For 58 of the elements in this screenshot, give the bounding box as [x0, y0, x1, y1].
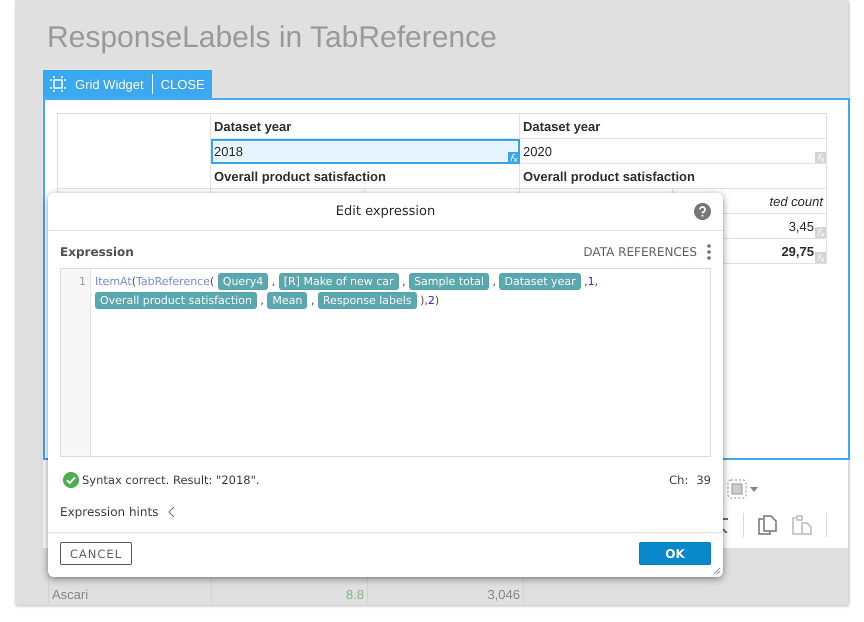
code-text: ( [210, 275, 216, 288]
code-text: 1 [588, 275, 595, 288]
paste-icon[interactable] [792, 515, 812, 535]
column-header: Overall product satisfaction [520, 164, 826, 188]
ok-button[interactable]: OK [639, 542, 711, 565]
reference-chip[interactable]: Overall product satisfaction [95, 292, 257, 309]
reference-chip[interactable]: Dataset year [499, 273, 581, 290]
code-text: ) [434, 294, 440, 307]
table-cell: Ascari [48, 584, 212, 604]
check-icon [63, 472, 79, 488]
more-icon[interactable] [707, 244, 711, 260]
border-style-icon[interactable] [727, 479, 747, 499]
reference-chip[interactable]: Query4 [218, 273, 268, 290]
code-text: , [491, 275, 497, 288]
code-text: , [583, 275, 588, 288]
page-title: ResponseLabels in TabReference [47, 20, 497, 56]
copy-icon[interactable] [758, 515, 778, 535]
reference-chip[interactable]: Response labels [318, 292, 417, 309]
reference-chip[interactable]: Mean [267, 292, 308, 309]
caret-icon[interactable] [750, 486, 758, 492]
code-text: 2 [428, 294, 435, 307]
resize-grip-icon[interactable] [711, 565, 721, 575]
formula-icon[interactable] [815, 152, 826, 163]
hints-label[interactable]: Expression hints [60, 505, 158, 519]
char-count: 39 [696, 473, 711, 487]
code-text: , [594, 275, 598, 288]
help-icon[interactable] [694, 203, 711, 220]
close-button[interactable]: CLOSE [160, 76, 211, 92]
formula-icon[interactable] [508, 152, 519, 163]
char-label: Ch: [669, 473, 688, 487]
table-cell: 8.8 [212, 584, 368, 604]
column-header: Overall product satisfaction [210, 164, 520, 188]
code-text: ), [419, 294, 428, 307]
code-text: TabReference [136, 275, 210, 288]
code-text: ( [132, 275, 136, 288]
code-text: , [401, 275, 407, 288]
year-cell[interactable]: 2020 [520, 138, 826, 164]
chevron-left-icon[interactable] [168, 506, 176, 518]
expression-editor[interactable]: 1 ItemAt(TabReference( Query4 , [R] Make of new car , Sample total , Dataset year ,1, Overall product satisfaction , Mean , Response labels ),2) [60, 268, 711, 457]
dialog-title: Edit expression [336, 204, 436, 219]
year-cell[interactable]: 2018 [210, 138, 520, 164]
code-text: ItemAt [95, 275, 132, 288]
reference-chip[interactable]: [R] Make of new car [278, 273, 399, 290]
code-text: , [310, 294, 316, 307]
column-header: Dataset year [210, 114, 520, 138]
status-message: Syntax correct. Result: "2018". [82, 473, 260, 487]
reference-chip[interactable]: Sample total [409, 273, 489, 290]
widget-label: Grid Widget [75, 76, 144, 92]
code-text: , [259, 294, 265, 307]
column-header: Dataset year [520, 114, 826, 138]
section-label: Expression [60, 245, 134, 259]
cancel-button[interactable]: CANCEL [60, 542, 132, 565]
code-text: , [270, 275, 276, 288]
formula-icon[interactable] [815, 227, 826, 238]
line-number: 1 [79, 275, 86, 288]
formula-icon[interactable] [815, 252, 826, 263]
grid-widget-icon [49, 75, 67, 93]
table-cell: 3,046 [368, 584, 524, 604]
